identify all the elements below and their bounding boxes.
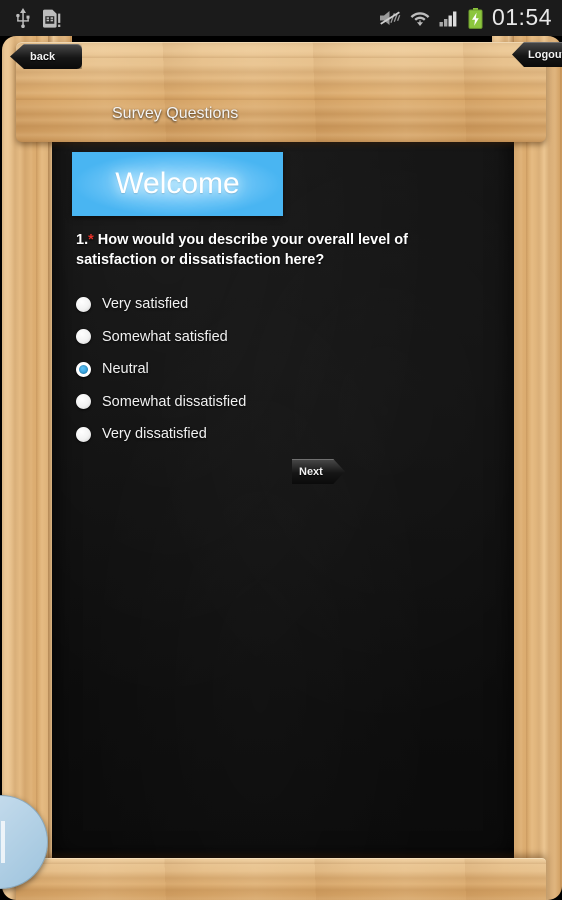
page-title: Survey Questions bbox=[112, 105, 239, 122]
question-number: 1. bbox=[76, 232, 89, 248]
radio-unselected-icon[interactable] bbox=[76, 394, 91, 410]
options-list: Very satisfied Somewhat satisfied Neutral S… bbox=[76, 288, 466, 451]
logout-button-label: Logout bbox=[528, 48, 562, 61]
radio-unselected-icon[interactable] bbox=[76, 426, 91, 442]
status-bar-clock: 01:54 bbox=[491, 3, 552, 30]
option-label: Very dissatisfied bbox=[102, 426, 207, 443]
drag-handle-grip-icon bbox=[0, 821, 5, 863]
next-button-label: Next bbox=[299, 465, 323, 478]
status-bar-right-icons: 01:54 bbox=[379, 0, 552, 36]
sim-card-alert-icon bbox=[43, 9, 61, 28]
frame-top-rail bbox=[16, 42, 546, 142]
status-bar-left-icons bbox=[14, 0, 61, 36]
app-screen: 01:54 back Logout Survey Questions Welco… bbox=[0, 0, 562, 900]
status-bar: 01:54 bbox=[0, 0, 562, 36]
required-asterisk: * bbox=[88, 232, 94, 248]
radio-selected-icon[interactable] bbox=[76, 361, 91, 377]
question-body: How would you describe your overall leve… bbox=[76, 232, 408, 268]
radio-unselected-icon[interactable] bbox=[76, 296, 91, 312]
back-button-label: back bbox=[30, 50, 56, 63]
wifi-icon bbox=[410, 12, 430, 26]
signal-bars-icon bbox=[439, 11, 457, 27]
welcome-banner: Welcome bbox=[72, 152, 283, 216]
option-label: Somewhat dissatisfied bbox=[102, 393, 247, 410]
usb-icon bbox=[16, 8, 30, 28]
radio-unselected-icon[interactable] bbox=[76, 329, 91, 345]
battery-charging-icon bbox=[468, 7, 483, 29]
option-label: Neutral bbox=[102, 361, 149, 378]
back-button[interactable]: back bbox=[10, 44, 82, 69]
option-label: Somewhat satisfied bbox=[102, 328, 228, 345]
option-label: Very satisfied bbox=[102, 296, 189, 313]
mute-vibrate-icon bbox=[379, 11, 401, 25]
frame-bottom-ledge bbox=[16, 858, 546, 900]
option-row[interactable]: Somewhat satisfied bbox=[76, 321, 466, 354]
option-row[interactable]: Somewhat dissatisfied bbox=[76, 386, 466, 419]
option-row[interactable]: Very dissatisfied bbox=[76, 418, 466, 451]
question-text: 1.* How would you describe your overall … bbox=[76, 230, 456, 270]
welcome-banner-text: Welcome bbox=[115, 167, 240, 200]
option-row[interactable]: Very satisfied bbox=[76, 288, 466, 321]
option-row[interactable]: Neutral bbox=[76, 353, 466, 386]
